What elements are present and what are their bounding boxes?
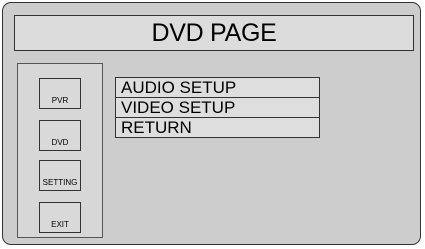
setup-menu: AUDIO SETUP VIDEO SETUP RETURN — [115, 77, 320, 138]
menu-item-video-setup[interactable]: VIDEO SETUP — [115, 97, 320, 118]
menu-item-return[interactable]: RETURN — [115, 117, 320, 138]
exit-button[interactable]: EXIT — [39, 202, 81, 233]
page-title: DVD PAGE — [14, 15, 414, 51]
dvd-button[interactable]: DVD — [39, 120, 81, 151]
pvr-button[interactable]: PVR — [39, 78, 81, 109]
sidebar-panel: PVR DVD SETTING EXIT — [17, 63, 103, 238]
dvd-page-screen: DVD PAGE PVR DVD SETTING EXIT AUDIO SETU… — [2, 2, 421, 245]
menu-item-audio-setup[interactable]: AUDIO SETUP — [115, 77, 320, 98]
setting-button[interactable]: SETTING — [39, 160, 81, 191]
